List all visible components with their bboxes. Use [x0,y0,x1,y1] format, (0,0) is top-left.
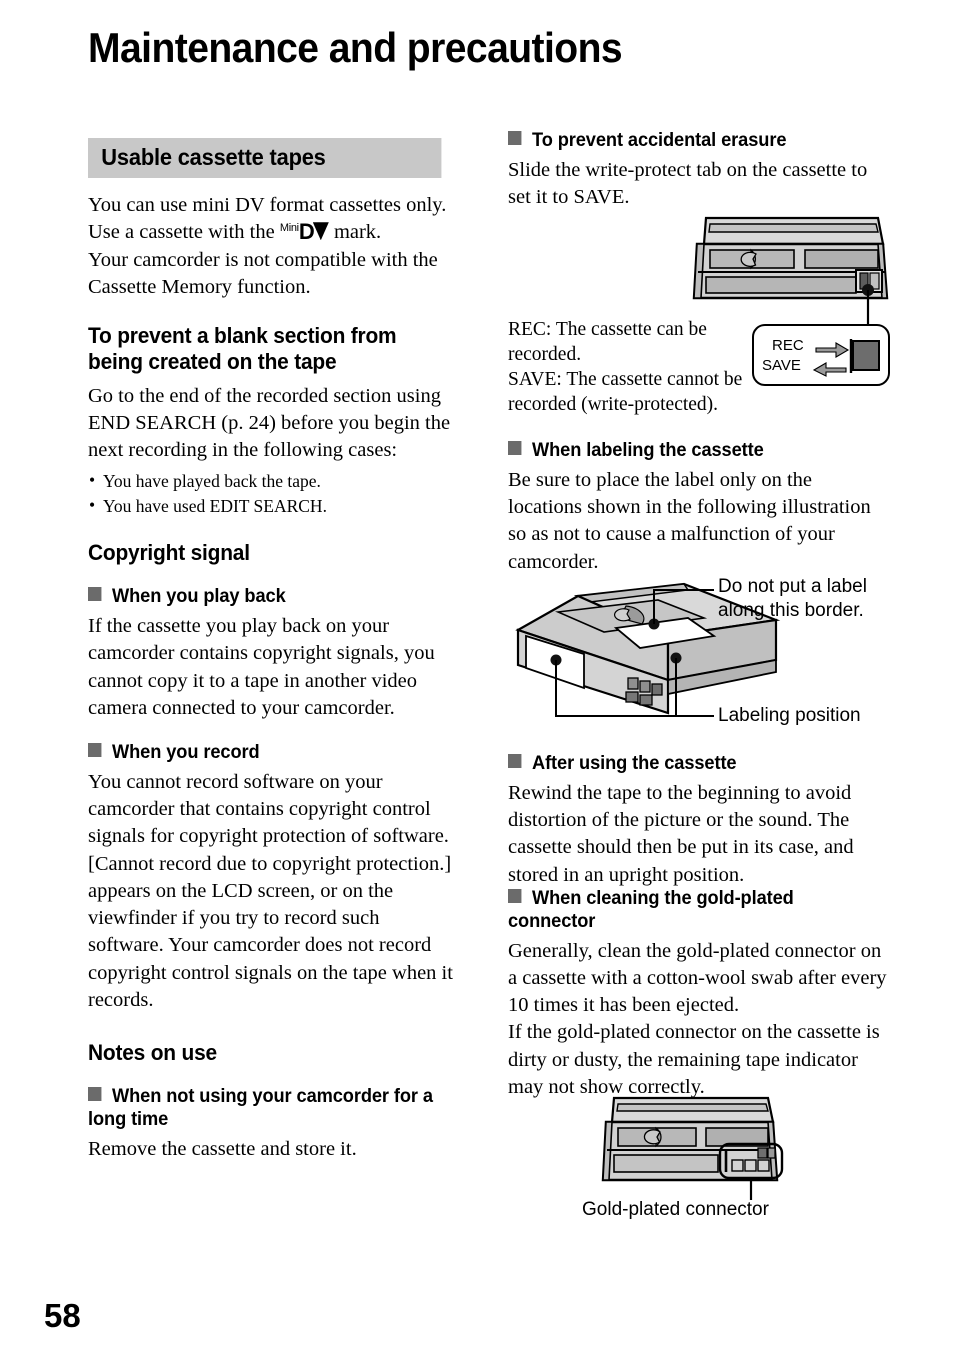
blank-section-bullet-list: You have played back the tape. You have … [88,468,460,519]
labeling-body: Be sure to place the label only on the l… [508,468,871,573]
heading-label: When you record [112,742,260,764]
intro-paragraph: You can use mini DV format cassettes onl… [88,192,460,301]
list-item: You have played back the tape. [88,468,460,494]
heading-blank-section: To prevent a blank section from being cr… [88,323,397,374]
heading-notes-on-use: Notes on use [88,1040,217,1066]
caption-save-line2: recorded (write-protected). [508,393,719,415]
square-bullet-icon [88,1087,102,1102]
right-column: To prevent accidental erasure Slide the … [508,130,890,211]
callout-labeling-position: Labeling position [718,705,861,726]
heading-copyright-signal: Copyright signal [88,540,250,566]
intro-line-2-after: mark. [328,221,382,244]
heading-cleaning-gold-plated-connector: When cleaning the gold-plated connector [508,888,875,934]
cleaning-body-1: Generally, clean the gold-plated connect… [508,939,887,1017]
square-bullet-icon [508,754,522,768]
heading-label: When not using your camcorder for a long… [88,1086,433,1130]
after-using-body: Rewind the tape to the beginning to avoi… [508,781,854,886]
caption-gold-plated-connector: Gold-plated connector [582,1199,769,1220]
heading-when-you-record: When you record [88,742,445,765]
figure-gold-plated-connector: Gold-plated connector [560,1088,900,1228]
caption-rec-line2: recorded. [508,343,582,365]
intro-line-2-before: Use a cassette with the [88,221,280,244]
after-using-section: After using the cassette Rewind the tape… [508,753,890,889]
heading-label: When cleaning the gold-plated connector [508,888,794,932]
blank-section-body: Go to the end of the recorded section us… [88,384,451,462]
heading-label: When you play back [112,586,286,608]
callout-line-2: along this border. [718,599,864,621]
not-using-body: Remove the cassette and store it. [88,1137,357,1160]
callout-line-1: Do not put a label [718,576,867,597]
cleaning-connector-section: When cleaning the gold-plated connector … [508,888,890,1101]
intro-line-1: You can use mini DV format cassettes onl… [88,194,447,216]
page-title: Maintenance and precautions [88,24,623,71]
square-bullet-icon [88,743,102,758]
heading-prevent-accidental-erasure: To prevent accidental erasure [508,130,875,153]
heading-label: To prevent accidental erasure [532,130,787,151]
figure-labeling-position: Do not put a label along this border. La… [508,568,900,738]
page-number: 58 [44,1297,81,1334]
heading-not-using-long-time: When not using your camcorder for a long… [88,1086,445,1132]
square-bullet-icon [508,441,522,455]
section-bar-usable-cassette-tapes: Usable cassette tapes [88,138,442,178]
square-bullet-icon [508,889,522,903]
list-item: You have used EDIT SEARCH. [88,493,460,519]
dv-v-triangle [312,222,329,241]
heading-when-you-play-back: When you play back [88,586,445,609]
dv-logo-mark: D [298,219,329,245]
rec-save-caption: REC: The cassette can be recorded. SAVE:… [508,318,748,418]
heading-when-labeling-cassette: When labeling the cassette [508,440,875,463]
mini-label: Mini [279,222,299,235]
mini-dv-logo-icon: Mini D [280,219,329,246]
intro-line-3: Your camcorder is not compatible with th… [88,248,438,298]
heading-label: When labeling the cassette [532,440,764,461]
accidental-erasure-body: Slide the write-protect tab on the casse… [508,158,868,209]
square-bullet-icon [88,587,102,602]
labeling-section: When labeling the cassette Be sure to pl… [508,440,890,576]
callout-do-not-label-border: Do not put a label along this border. [718,575,898,623]
caption-save-line1: SAVE: The cassette cannot be [508,368,743,390]
rec-save-detail-box: REC SAVE [752,324,890,386]
manual-page: Maintenance and precautions Usable casse… [0,0,954,1357]
rec-save-tab-diagram: REC SAVE [762,337,880,377]
rec-label-svg: REC [772,337,804,354]
record-body: You cannot record software on your camco… [88,770,453,1011]
heading-after-using-cassette: After using the cassette [508,753,875,776]
heading-label: After using the cassette [532,753,737,774]
dv-d-letter: D [298,219,315,245]
square-bullet-icon [508,131,522,145]
save-label-svg: SAVE [762,357,801,374]
caption-rec-line1: REC: The cassette can be [508,319,707,340]
play-back-body: If the cassette you play back on your ca… [88,615,435,719]
figure-write-protect-tab: REC SAVE REC: The cassette can be record… [508,206,890,415]
left-column: Usable cassette tapes You can use mini D… [88,138,460,1163]
